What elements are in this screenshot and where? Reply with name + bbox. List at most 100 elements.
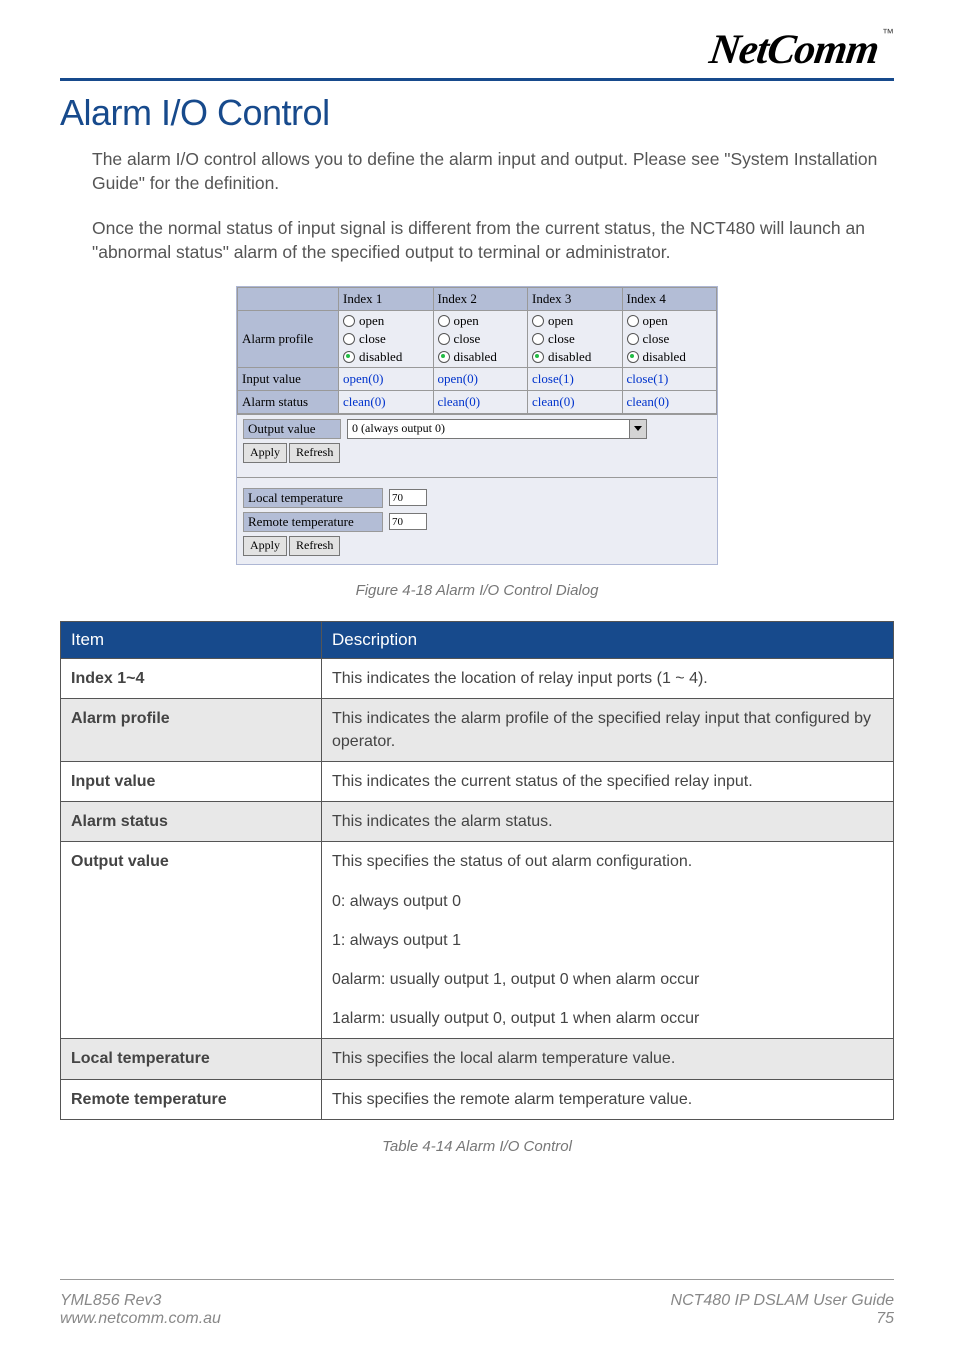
table-item-cell: Alarm status [61, 802, 322, 842]
alarm-profile-cell-2: open closedisabled [433, 310, 528, 367]
table-row: Alarm statusThis indicates the alarm sta… [61, 802, 894, 842]
radio-icon [627, 351, 639, 363]
radio-open-col-2[interactable]: open [438, 312, 524, 330]
radio-icon [532, 333, 544, 345]
row-label-input-value: Input value [238, 367, 339, 390]
input-value-4: close(1) [622, 367, 717, 390]
radio-disabled-col-4[interactable]: disabled [627, 348, 713, 366]
alarm-profile-cell-4: open closedisabled [622, 310, 717, 367]
header-divider [60, 78, 894, 81]
table-desc-cell: This specifies the local alarm temperatu… [322, 1039, 894, 1079]
radio-label: close [548, 331, 575, 347]
radio-label: open [359, 313, 384, 329]
brand-logo: NetComm™ [710, 26, 894, 74]
apply-button-1[interactable]: Apply [243, 443, 287, 463]
table-row: Remote temperatureThis specifies the rem… [61, 1079, 894, 1119]
table-item-cell: Index 1~4 [61, 658, 322, 698]
footer-page-number: 75 [671, 1310, 894, 1328]
section-title: Alarm I/O Control [60, 92, 894, 134]
table-row: Output valueThis specifies the status of… [61, 842, 894, 1039]
radio-close-col-4[interactable]: close [627, 330, 713, 348]
logo-tm: ™ [882, 26, 894, 40]
radio-label: open [548, 313, 573, 329]
table-row: Index 1~4This indicates the location of … [61, 658, 894, 698]
table-row: Local temperatureThis specifies the loca… [61, 1039, 894, 1079]
refresh-button-2[interactable]: Refresh [289, 536, 340, 556]
radio-icon [438, 351, 450, 363]
page-footer: YML856 Rev3 www.netcomm.com.au NCT480 IP… [60, 1292, 894, 1328]
alarm-status-1: clean(0) [339, 390, 434, 413]
radio-icon [343, 315, 355, 327]
radio-close-col-1[interactable]: close [343, 330, 429, 348]
table-item-cell: Local temperature [61, 1039, 322, 1079]
radio-open-col-4[interactable]: open [627, 312, 713, 330]
table-desc-cell: This specifies the remote alarm temperat… [322, 1079, 894, 1119]
refresh-button-1[interactable]: Refresh [289, 443, 340, 463]
radio-label: open [454, 313, 479, 329]
row-label-output-value: Output value [243, 419, 341, 439]
alarm-status-4: clean(0) [622, 390, 717, 413]
intro-paragraph-1: The alarm I/O control allows you to defi… [92, 148, 894, 195]
alarm-status-2: clean(0) [433, 390, 528, 413]
logo-text: NetComm [707, 26, 882, 74]
row-label-alarm-profile: Alarm profile [238, 310, 339, 367]
radio-open-col-3[interactable]: open [532, 312, 618, 330]
description-table: Item Description Index 1~4This indicates… [60, 621, 894, 1120]
radio-icon [532, 351, 544, 363]
col-header-index-3: Index 3 [528, 287, 623, 310]
intro-paragraph-2: Once the normal status of input signal i… [92, 217, 894, 264]
radio-close-col-2[interactable]: close [438, 330, 524, 348]
radio-icon [627, 315, 639, 327]
table-desc-cell: This indicates the alarm status. [322, 802, 894, 842]
table-caption: Table 4-14 Alarm I/O Control [60, 1138, 894, 1155]
remote-temperature-label: Remote temperature [243, 512, 383, 532]
alarm-status-3: clean(0) [528, 390, 623, 413]
figure-caption: Figure 4-18 Alarm I/O Control Dialog [60, 582, 894, 599]
remote-temperature-input[interactable]: 70 [389, 513, 427, 530]
radio-label: close [359, 331, 386, 347]
dialog-inner-divider [237, 477, 717, 478]
table-item-cell: Alarm profile [61, 698, 322, 761]
footer-rev: YML856 Rev3 [60, 1292, 221, 1310]
col-header-index-1: Index 1 [339, 287, 434, 310]
table-desc-cell: This indicates the alarm profile of the … [322, 698, 894, 761]
radio-icon [343, 351, 355, 363]
output-value-select[interactable]: 0 (always output 0) [347, 419, 647, 439]
radio-open-col-1[interactable]: open [343, 312, 429, 330]
radio-label: open [643, 313, 668, 329]
radio-label: close [643, 331, 670, 347]
radio-icon [343, 333, 355, 345]
table-row: Alarm profileThis indicates the alarm pr… [61, 698, 894, 761]
radio-close-col-3[interactable]: close [532, 330, 618, 348]
footer-url: www.netcomm.com.au [60, 1310, 221, 1328]
col-header-index-4: Index 4 [622, 287, 717, 310]
apply-button-2[interactable]: Apply [243, 536, 287, 556]
alarm-profile-cell-3: open close disabled [528, 310, 623, 367]
table-desc-cell: This indicates the current status of the… [322, 762, 894, 802]
table-desc-cell: This specifies the status of out alarm c… [322, 842, 894, 1039]
input-value-1: open(0) [339, 367, 434, 390]
local-temperature-input[interactable]: 70 [389, 489, 427, 506]
alarm-profile-cell-1: open close disabled [339, 310, 434, 367]
local-temperature-label: Local temperature [243, 488, 383, 508]
radio-icon [438, 315, 450, 327]
table-item-cell: Output value [61, 842, 322, 1039]
footer-divider [60, 1279, 894, 1280]
radio-label: close [454, 331, 481, 347]
radio-label: disabled [548, 349, 591, 365]
table-desc-cell: This indicates the location of relay inp… [322, 658, 894, 698]
radio-label: disabled [359, 349, 402, 365]
table-item-cell: Remote temperature [61, 1079, 322, 1119]
radio-icon [532, 315, 544, 327]
radio-disabled-col-1[interactable]: disabled [343, 348, 429, 366]
alarm-io-table: Index 1 Index 2 Index 3 Index 4 Alarm pr… [237, 287, 717, 414]
desc-table-head-desc: Description [322, 621, 894, 658]
radio-icon [438, 333, 450, 345]
radio-disabled-col-2[interactable]: disabled [438, 348, 524, 366]
output-value-selected: 0 (always output 0) [352, 421, 445, 436]
alarm-io-dialog: Index 1 Index 2 Index 3 Index 4 Alarm pr… [237, 287, 717, 564]
input-value-3: close(1) [528, 367, 623, 390]
radio-disabled-col-3[interactable]: disabled [532, 348, 618, 366]
desc-table-head-item: Item [61, 621, 322, 658]
table-item-cell: Input value [61, 762, 322, 802]
